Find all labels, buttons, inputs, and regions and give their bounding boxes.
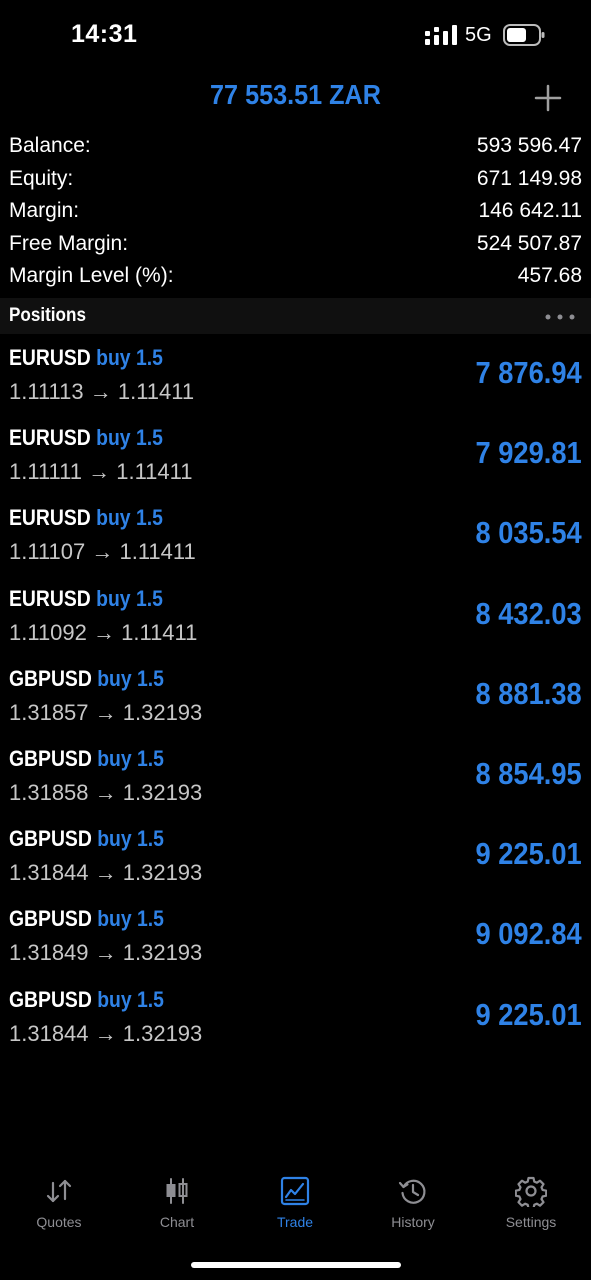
summary-value: 146 642.11 xyxy=(478,199,582,222)
position-heading: EURUSD buy 1.5 xyxy=(9,425,163,451)
position-symbol: GBPUSD xyxy=(9,986,92,1012)
position-heading: GBPUSD buy 1.5 xyxy=(9,987,164,1013)
home-indicator[interactable] xyxy=(191,1262,401,1268)
position-symbol: EURUSD xyxy=(9,345,91,370)
summary-label: Balance: xyxy=(9,134,91,157)
position-heading: GBPUSD buy 1.5 xyxy=(9,826,164,852)
tab-trade[interactable]: Trade xyxy=(236,1165,354,1237)
position-prices: 1.11111 → 1.11411 xyxy=(9,459,193,485)
position-profit: 8 854.95 xyxy=(475,755,582,791)
summary-row-equity: Equity: 671 149.98 xyxy=(0,163,591,196)
positions-section-header: Positions xyxy=(0,298,591,334)
position-side: buy 1.5 xyxy=(96,425,163,451)
network-type: 5G xyxy=(465,24,492,46)
position-profit: 8 035.54 xyxy=(475,515,582,551)
tab-label: Quotes xyxy=(36,1214,82,1230)
position-prices: 1.31857 → 1.32193 xyxy=(9,699,203,725)
position-row[interactable]: GBPUSD buy 1.5 1.31844 → 1.32193 9 225.0… xyxy=(0,819,591,899)
position-row[interactable]: GBPUSD buy 1.5 1.31849 → 1.32193 9 092.8… xyxy=(0,899,591,979)
positions-title: Positions xyxy=(9,305,86,326)
tab-settings[interactable]: Settings xyxy=(472,1165,590,1237)
tab-label: Settings xyxy=(505,1214,557,1230)
position-heading: GBPUSD buy 1.5 xyxy=(9,906,164,932)
header: 77 553.51 ZAR xyxy=(0,70,591,125)
position-prices: 1.31844 → 1.32193 xyxy=(9,860,203,886)
position-heading: GBPUSD buy 1.5 xyxy=(9,746,164,772)
position-row[interactable]: EURUSD buy 1.5 1.11107 → 1.11411 8 035.5… xyxy=(0,498,591,578)
position-profit: 9 092.84 xyxy=(475,916,582,952)
position-heading: EURUSD buy 1.5 xyxy=(9,586,163,612)
bottom-tab-bar: Quotes Chart Trade History Settings xyxy=(0,1165,591,1245)
position-profit: 9 225.01 xyxy=(475,996,582,1032)
position-side: buy 1.5 xyxy=(97,665,164,691)
history-clock-icon xyxy=(398,1179,426,1204)
position-profit: 9 225.01 xyxy=(475,836,582,872)
position-prices: 1.31849 → 1.32193 xyxy=(9,940,203,966)
tab-chart[interactable]: Chart xyxy=(118,1165,236,1237)
tab-quotes[interactable]: Quotes xyxy=(0,1165,118,1237)
position-prices: 1.11107 → 1.11411 xyxy=(9,539,196,565)
position-symbol: EURUSD xyxy=(9,505,91,531)
position-row[interactable]: GBPUSD buy 1.5 1.31858 → 1.32193 8 854.9… xyxy=(0,739,591,819)
position-prices: 1.11113 → 1.11411 xyxy=(9,379,195,404)
summary-value: 671 149.98 xyxy=(476,166,582,190)
position-symbol: EURUSD xyxy=(9,585,91,611)
quotes-arrows-icon xyxy=(46,1179,72,1203)
position-profit: 7 929.81 xyxy=(475,435,582,471)
account-profit-title: 77 553.51 ZAR xyxy=(210,79,381,110)
gear-icon xyxy=(515,1176,547,1207)
summary-row-margin-level: Margin Level (%): 457.68 xyxy=(0,260,591,293)
tab-label: Trade xyxy=(276,1214,314,1230)
summary-value: 593 596.47 xyxy=(476,134,582,157)
position-heading: EURUSD buy 1.5 xyxy=(9,345,163,371)
battery-icon xyxy=(503,24,545,46)
position-symbol: EURUSD xyxy=(9,425,91,451)
position-side: buy 1.5 xyxy=(96,345,163,370)
position-heading: EURUSD buy 1.5 xyxy=(9,505,163,531)
account-summary: Balance: 593 596.47 Equity: 671 149.98 M… xyxy=(0,130,591,293)
position-symbol: GBPUSD xyxy=(9,826,92,852)
position-side: buy 1.5 xyxy=(96,505,163,531)
position-profit: 8 881.38 xyxy=(475,675,582,711)
position-side: buy 1.5 xyxy=(97,826,164,852)
trade-chart-icon xyxy=(280,1176,310,1206)
position-row[interactable]: EURUSD buy 1.5 1.11113 → 1.11411 7 876.9… xyxy=(0,338,591,418)
position-symbol: GBPUSD xyxy=(9,906,92,932)
position-row[interactable]: GBPUSD buy 1.5 1.31857 → 1.32193 8 881.3… xyxy=(0,659,591,739)
position-row[interactable]: EURUSD buy 1.5 1.11092 → 1.11411 8 432.0… xyxy=(0,579,591,659)
summary-label: Margin: xyxy=(9,199,80,222)
signal-strength-icon xyxy=(425,25,457,45)
position-heading: GBPUSD buy 1.5 xyxy=(9,666,164,692)
status-time: 14:31 xyxy=(71,20,138,48)
positions-list: EURUSD buy 1.5 1.11113 → 1.11411 7 876.9… xyxy=(0,338,591,1060)
summary-value: 524 507.87 xyxy=(476,231,582,255)
candlestick-icon xyxy=(166,1178,188,1204)
position-row[interactable]: GBPUSD buy 1.5 1.31844 → 1.32193 9 225.0… xyxy=(0,980,591,1060)
position-side: buy 1.5 xyxy=(97,986,164,1012)
position-row[interactable]: EURUSD buy 1.5 1.11111 → 1.11411 7 929.8… xyxy=(0,418,591,498)
summary-row-margin: Margin: 146 642.11 xyxy=(0,195,591,228)
more-options-icon[interactable] xyxy=(545,314,575,320)
summary-label: Equity: xyxy=(9,166,74,190)
position-prices: 1.11092 → 1.11411 xyxy=(9,619,198,645)
tab-label: Chart xyxy=(159,1214,195,1230)
summary-row-balance: Balance: 593 596.47 xyxy=(0,130,591,163)
tab-label: History xyxy=(391,1214,435,1230)
position-profit: 8 432.03 xyxy=(475,595,582,631)
position-side: buy 1.5 xyxy=(97,745,164,771)
summary-label: Margin Level (%): xyxy=(9,264,174,287)
position-symbol: GBPUSD xyxy=(9,745,92,771)
summary-label: Free Margin: xyxy=(9,231,129,255)
summary-value: 457.68 xyxy=(517,264,582,287)
position-prices: 1.31844 → 1.32193 xyxy=(9,1020,203,1046)
summary-row-free-margin: Free Margin: 524 507.87 xyxy=(0,228,591,261)
status-bar: 14:31 5G xyxy=(0,0,591,70)
position-prices: 1.31858 → 1.32193 xyxy=(9,779,203,805)
position-side: buy 1.5 xyxy=(96,585,163,611)
position-symbol: GBPUSD xyxy=(9,665,92,691)
position-side: buy 1.5 xyxy=(97,906,164,932)
tab-history[interactable]: History xyxy=(354,1165,472,1237)
position-profit: 7 876.94 xyxy=(475,355,582,390)
add-order-button[interactable] xyxy=(530,80,566,116)
